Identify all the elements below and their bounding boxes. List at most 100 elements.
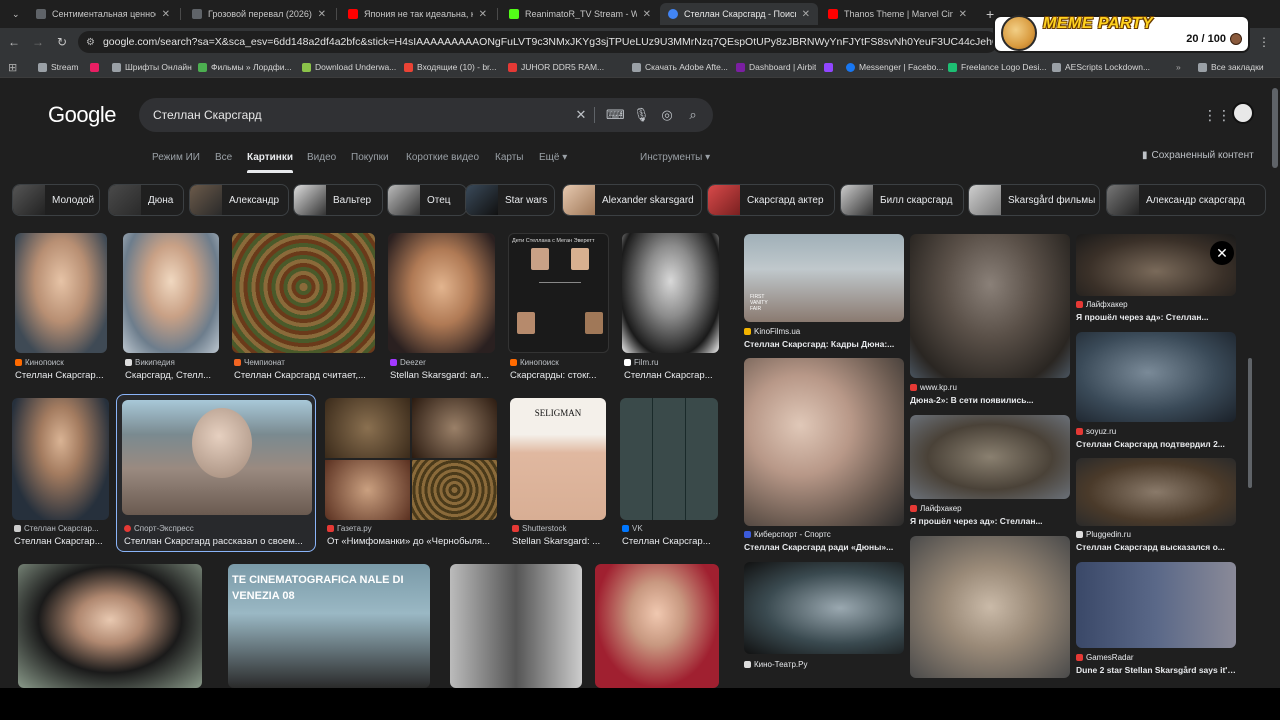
result-image[interactable] [388,233,495,353]
google-logo[interactable]: Google [48,102,116,128]
poster-image[interactable]: SELIGMAN [510,398,606,520]
result-caption[interactable]: Стеллан Скарсгар... [14,536,109,547]
tab-5-active[interactable]: Стеллан Скарсгард - Поиск в ✕ [660,3,818,25]
result-image[interactable] [232,233,375,353]
bookmark-messenger[interactable]: Messenger | Facebo... [846,60,943,74]
bookmark-gmail[interactable]: Входящие (10) - br... [404,60,497,74]
side-result-image[interactable] [1076,458,1236,526]
tab-6[interactable]: Thanos Theme | Marvel Cinema ✕ [820,3,975,25]
side-result-image[interactable]: FIRST VANITY FAIR [744,234,904,322]
bookmark-stream[interactable]: Stream [38,60,78,74]
close-tab-icon[interactable]: ✕ [479,9,487,20]
bookmark-icon-only[interactable] [90,60,99,74]
bookmark-underwater[interactable]: Download Underwa... [302,60,396,74]
tab-1[interactable]: Сентиментальная ценность (2 ✕ [28,3,178,25]
result-image[interactable] [595,564,719,688]
close-tab-icon[interactable]: ✕ [959,9,967,20]
side-result-image[interactable] [910,234,1070,378]
tab-shopping[interactable]: Покупки [351,152,389,163]
chip-bill-skarsgard[interactable]: Билл скарсгард [840,184,964,216]
tab-maps[interactable]: Карты [495,152,524,163]
side-result-image[interactable] [1076,562,1236,648]
result-caption[interactable]: От «Нимфоманки» до «Чернобыля... [327,536,497,547]
chip-dune[interactable]: Дюна [108,184,184,216]
chip-star-wars[interactable]: Star wars [465,184,555,216]
result-caption[interactable]: Стеллан Скарсгар... [622,536,717,547]
result-caption[interactable]: Стеллан Скарсгар... [15,370,110,381]
reload-icon[interactable]: ↻ [54,34,70,50]
bookmark-fonts[interactable]: Шрифты Онлайн [112,60,192,74]
tools-button[interactable]: Инструменты ▾ [640,152,710,163]
chip-father[interactable]: Отец [387,184,467,216]
apps-icon[interactable]: ⋮⋮ [1203,107,1231,124]
result-caption[interactable]: Стеллан Скарсгард ради «Дюны»... [744,542,904,552]
chip-alexander[interactable]: Александр [189,184,289,216]
scrollbar-thumb[interactable] [1248,358,1252,488]
result-image[interactable] [122,400,312,515]
bookmark-aescripts[interactable]: AEScripts Lockdown... [1052,60,1150,74]
chip-skarsgard-films[interactable]: Skarsgård фильмы [968,184,1100,216]
keyboard-icon[interactable]: ⌨ [606,107,625,123]
bookmarks-overflow-icon[interactable]: » [1176,60,1181,74]
tab-videos[interactable]: Видео [307,152,336,163]
family-tree-image[interactable]: Дети Стеллана с Меган Эверетт [508,233,609,353]
back-icon[interactable]: ← [6,34,22,50]
result-caption[interactable]: Stellan Skarsgard: ал... [390,370,495,381]
result-caption[interactable]: Dune 2 star Stellan Skarsgård says it's.… [1076,665,1236,675]
result-caption[interactable]: Стеллан Скарсгард рассказал о своем... [124,536,309,547]
result-image[interactable] [450,564,582,688]
chip-walter[interactable]: Вальтер [293,184,383,216]
tab-ai-mode[interactable]: Режим ИИ [152,152,200,163]
tune-icon[interactable]: ⚙ [86,37,95,48]
saved-content-link[interactable]: ▮ Сохраненный контент [1142,150,1254,161]
result-caption[interactable]: Я прошёл через ад»: Стеллан... [1076,312,1236,322]
result-caption[interactable]: Стеллан Скарсгард считает,... [234,370,374,381]
result-caption[interactable]: Стеллан Скарсгар... [624,370,719,381]
side-result-image[interactable] [910,415,1070,499]
mic-icon[interactable]: 🎙 [633,107,650,123]
chip-alexander-skarsgard-ru[interactable]: Александр скарсгард [1106,184,1266,216]
result-caption[interactable]: Скарсгард, Стелл... [125,370,220,381]
result-caption[interactable]: Стеллан Скарсгард высказался о... [1076,542,1236,552]
bookmark-adobe[interactable]: Скачать Adobe Afte... [632,60,728,74]
bookmark-twitch[interactable] [824,60,833,74]
side-result-image[interactable] [910,536,1070,678]
tab-4[interactable]: ReanimatoR_TV Stream - Watch ✕ [501,3,659,25]
grid-image[interactable] [620,398,718,520]
side-result-image[interactable] [744,358,904,526]
close-tab-icon[interactable]: ✕ [802,9,810,20]
tab-2[interactable]: Грозовой перевал (2026) ✕ [184,3,334,25]
result-image[interactable] [622,233,719,353]
browser-menu-icon[interactable]: ⋮ [1256,34,1272,50]
result-caption[interactable]: Stellan Skarsgard: ... [512,536,607,547]
result-image[interactable] [18,564,202,688]
forward-icon[interactable]: → [30,34,46,50]
result-caption[interactable]: Стеллан Скарсгард подтвердил 2... [1076,439,1236,449]
side-result-image[interactable] [744,562,904,654]
tab-images[interactable]: Картинки [247,152,294,173]
bookmark-lordfilm[interactable]: Фильмы » Лордфи... [198,60,292,74]
side-panel-scrollbar[interactable] [1247,238,1253,668]
result-image[interactable] [12,398,109,520]
result-caption[interactable]: Я прошёл через ад»: Стеллан... [910,516,1070,526]
address-bar[interactable]: ⚙ google.com/search?sa=X&sca_esv=6dd148a… [78,31,998,53]
side-result-image[interactable] [1076,332,1236,422]
close-tab-icon[interactable]: ✕ [162,9,170,20]
chip-alexander-skarsgard[interactable]: Alexander skarsgard [562,184,702,216]
tab-all[interactable]: Все [215,152,232,163]
avatar[interactable] [1232,102,1254,124]
tab-more[interactable]: Ещё ▾ [539,152,567,163]
search-input[interactable]: Стеллан Скарсгард ✕ ⌨ 🎙 ◎ ⌕ [139,98,713,132]
lens-icon[interactable]: ◎ [659,107,675,123]
clear-icon[interactable]: ✕ [573,107,589,123]
search-icon[interactable]: ⌕ [685,107,701,123]
bookmark-airbit[interactable]: Dashboard | Airbit [736,60,816,74]
collage-image[interactable] [325,398,497,520]
side-result-image[interactable] [1076,234,1236,296]
chip-young[interactable]: Молодой [12,184,100,216]
chip-skarsgard-actor[interactable]: Скарсгард актер [707,184,835,216]
tab-short-videos[interactable]: Короткие видео [406,152,479,163]
result-caption[interactable]: Стеллан Скарсгард: Кадры Дюна:... [744,339,904,349]
close-preview-button[interactable]: ✕ [1210,241,1234,265]
result-caption[interactable]: Дюна-2»: В сети появились... [910,395,1070,405]
